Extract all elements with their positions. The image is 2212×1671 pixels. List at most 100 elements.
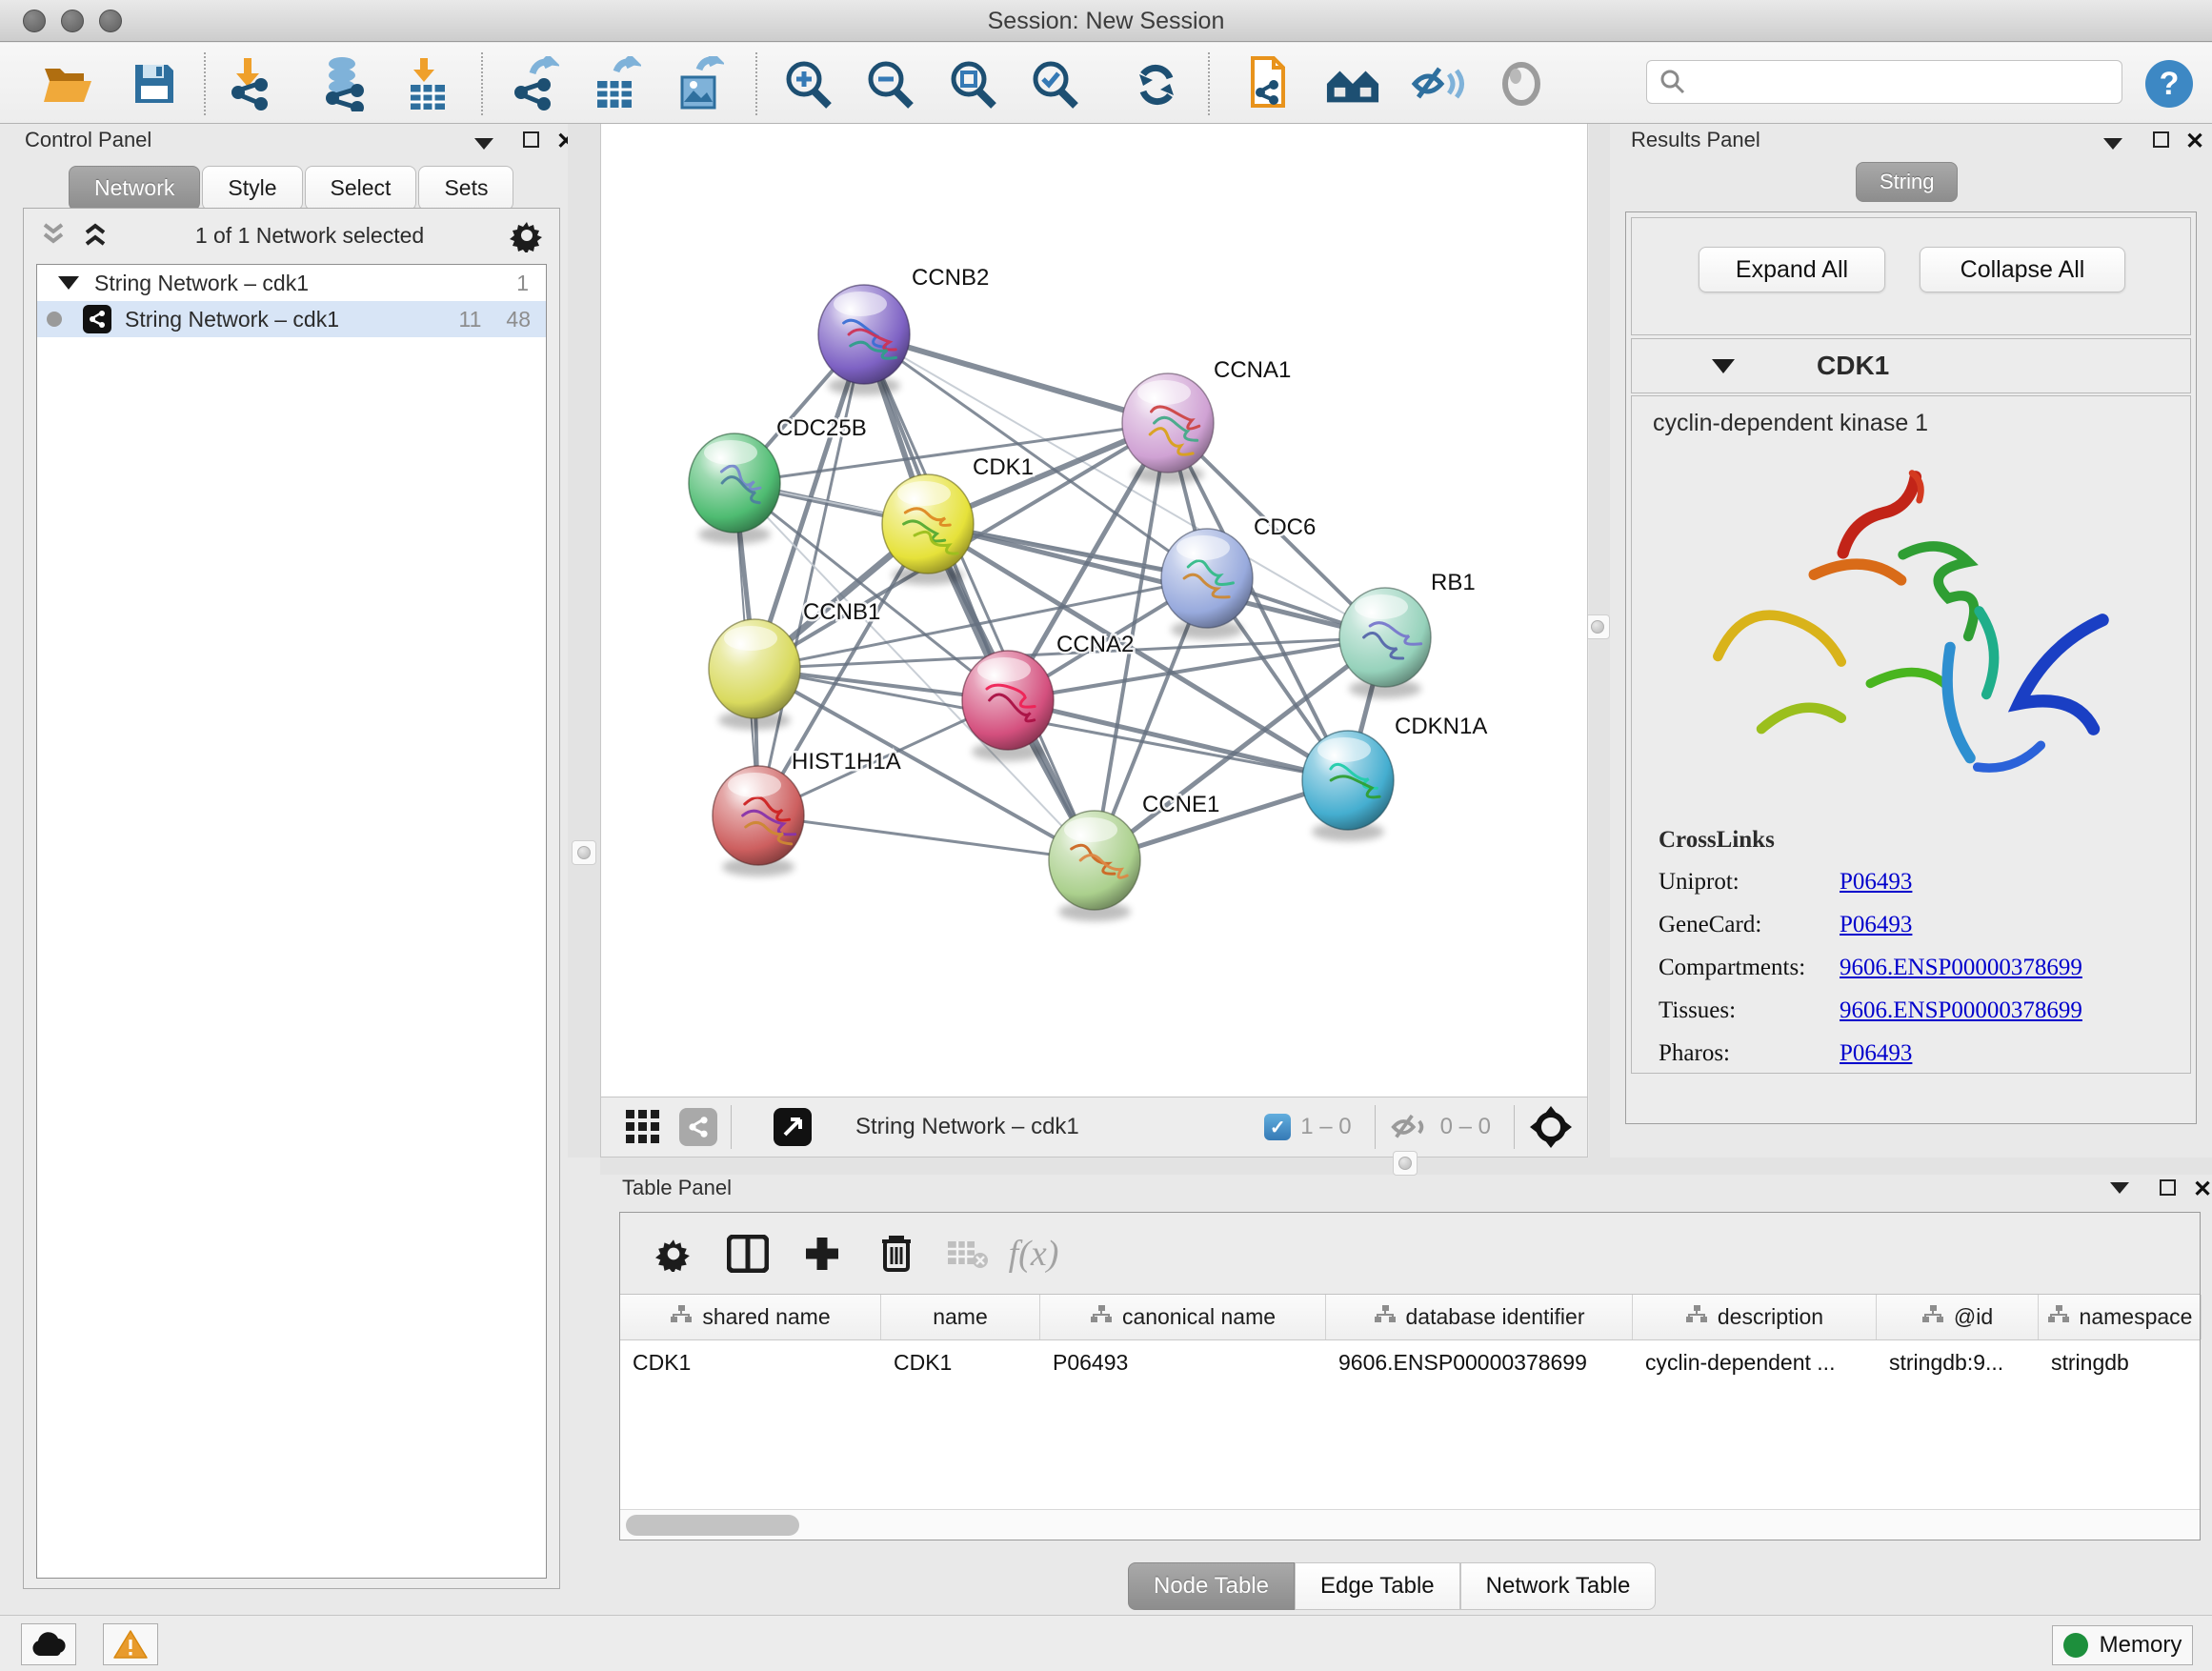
- export-image-icon[interactable]: [671, 56, 726, 111]
- control-panel-float-icon[interactable]: [523, 131, 539, 153]
- network-edge[interactable]: [864, 334, 1168, 423]
- split-columns-icon[interactable]: [717, 1225, 778, 1282]
- table-horizontal-scrollbar[interactable]: [620, 1509, 2200, 1540]
- network-canvas[interactable]: CCNB2CCNA1CDC25BCDK1CDC6RB1CCNB1CCNA2CDK…: [600, 124, 1588, 1097]
- network-collection-row[interactable]: String Network – cdk1 1: [37, 265, 546, 301]
- results-panel-close-icon[interactable]: ✕: [2185, 128, 2204, 155]
- crosslink-link[interactable]: 9606.ENSP00000378699: [1840, 997, 2082, 1024]
- export-network-icon[interactable]: [506, 56, 561, 111]
- search-input[interactable]: [1695, 70, 2122, 94]
- table-cell[interactable]: cyclin-dependent ...: [1633, 1340, 1877, 1384]
- tab-edge-table[interactable]: Edge Table: [1295, 1562, 1460, 1610]
- zoom-fit-icon[interactable]: [946, 56, 1001, 111]
- left-splitter[interactable]: [568, 124, 600, 1158]
- network-edge[interactable]: [758, 815, 1095, 860]
- column-header--id[interactable]: @id: [1877, 1295, 2039, 1339]
- warning-status-button[interactable]: [103, 1623, 158, 1665]
- column-header-shared-name[interactable]: shared name: [620, 1295, 881, 1339]
- network-node-ccna1[interactable]: CCNA1: [1122, 357, 1291, 484]
- string-network-graph[interactable]: CCNB2CCNA1CDC25BCDK1CDC6RB1CCNB1CCNA2CDK…: [601, 124, 1589, 1097]
- expand-all-button[interactable]: Expand All: [1699, 247, 1885, 292]
- network-edge[interactable]: [1008, 700, 1348, 780]
- network-node-hist1h1a[interactable]: HIST1H1A: [713, 749, 901, 876]
- tab-select[interactable]: Select: [305, 166, 417, 211]
- tab-style[interactable]: Style: [202, 166, 302, 211]
- control-panel-menu-icon[interactable]: [474, 133, 493, 155]
- expand-all-icon[interactable]: [81, 221, 110, 250]
- network-node-cdk1[interactable]: CDK1: [882, 454, 1034, 585]
- table-cell[interactable]: stringdb:9...: [1877, 1340, 2039, 1384]
- right-splitter[interactable]: [1589, 124, 1610, 1158]
- share-session-file-icon[interactable]: [1238, 56, 1294, 111]
- network-options-gear-icon[interactable]: [510, 218, 544, 252]
- node-label-ccne1: CCNE1: [1142, 792, 1219, 817]
- home-network-icon[interactable]: [1325, 56, 1380, 111]
- crosslink-link[interactable]: P06493: [1840, 869, 1912, 896]
- network-column-icon: [2047, 1304, 2070, 1331]
- network-node-ccnb2[interactable]: CCNB2: [818, 265, 989, 395]
- tree-expander-icon[interactable]: [58, 276, 79, 290]
- column-header-namespace[interactable]: namespace: [2039, 1295, 2202, 1339]
- tab-string[interactable]: String: [1856, 162, 1960, 202]
- crosslink-link[interactable]: P06493: [1840, 912, 1912, 938]
- open-file-icon[interactable]: [40, 56, 95, 111]
- table-settings-gear-icon[interactable]: [643, 1225, 704, 1282]
- toolbar-separator: [481, 52, 483, 115]
- collapse-all-button[interactable]: Collapse All: [1920, 247, 2125, 292]
- table-cell[interactable]: CDK1: [881, 1340, 1040, 1384]
- horizontal-splitter-handle[interactable]: [1393, 1151, 1418, 1176]
- table-panel-float-icon[interactable]: [2160, 1179, 2176, 1200]
- zoom-selected-icon[interactable]: [1028, 56, 1083, 111]
- zoom-out-icon[interactable]: [863, 56, 918, 111]
- import-table-icon[interactable]: [400, 56, 455, 111]
- import-network-database-icon[interactable]: [316, 56, 372, 111]
- birds-eye-view-icon[interactable]: [774, 1108, 812, 1146]
- column-header-database-identifier[interactable]: database identifier: [1326, 1295, 1633, 1339]
- results-panel-menu-icon[interactable]: [2103, 133, 2122, 155]
- column-header-description[interactable]: description: [1633, 1295, 1877, 1339]
- left-splitter-handle[interactable]: [572, 840, 596, 865]
- gene-section-header[interactable]: CDK1: [1631, 338, 2191, 393]
- network-edge[interactable]: [864, 334, 1095, 860]
- scrollbar-thumb[interactable]: [626, 1515, 799, 1536]
- tab-network-table[interactable]: Network Table: [1460, 1562, 1657, 1610]
- network-row[interactable]: String Network – cdk1 11 48: [37, 301, 546, 337]
- network-node-cdc25b[interactable]: CDC25B: [689, 415, 867, 544]
- cloud-status-button[interactable]: [21, 1623, 76, 1665]
- inactive-eye-icon[interactable]: [1494, 56, 1549, 111]
- import-network-file-icon[interactable]: [223, 56, 278, 111]
- delete-row-trash-icon[interactable]: [866, 1225, 927, 1282]
- crosslink-link[interactable]: 9606.ENSP00000378699: [1840, 955, 2082, 981]
- hide-panel-eye-icon[interactable]: [1411, 56, 1466, 111]
- tab-sets[interactable]: Sets: [418, 166, 513, 211]
- network-node-cdkn1a[interactable]: CDKN1A: [1302, 714, 1487, 841]
- selected-checkbox-icon[interactable]: ✓: [1264, 1114, 1291, 1140]
- table-cell[interactable]: P06493: [1040, 1340, 1326, 1384]
- zoom-in-icon[interactable]: [781, 56, 836, 111]
- add-column-icon[interactable]: [792, 1225, 853, 1282]
- help-icon[interactable]: ?: [2142, 56, 2197, 111]
- tab-network[interactable]: Network: [69, 166, 200, 211]
- fit-content-crosshair-icon[interactable]: [1528, 1104, 1574, 1150]
- table-cell[interactable]: CDK1: [620, 1340, 881, 1384]
- crosslink-link[interactable]: P06493: [1840, 1040, 1912, 1067]
- column-header-name[interactable]: name: [881, 1295, 1040, 1339]
- memory-button[interactable]: Memory: [2052, 1625, 2193, 1665]
- refresh-icon[interactable]: [1129, 56, 1184, 111]
- network-node-rb1[interactable]: RB1: [1339, 570, 1476, 698]
- collapse-all-icon[interactable]: [39, 221, 68, 250]
- table-cell[interactable]: 9606.ENSP00000378699: [1326, 1340, 1633, 1384]
- node-label-rb1: RB1: [1431, 570, 1476, 595]
- tab-node-table[interactable]: Node Table: [1128, 1562, 1295, 1610]
- table-panel-close-icon[interactable]: ✕: [2193, 1176, 2212, 1203]
- section-expander-icon[interactable]: [1712, 359, 1735, 373]
- column-header-canonical-name[interactable]: canonical name: [1040, 1295, 1326, 1339]
- grid-view-icon[interactable]: [624, 1108, 662, 1146]
- results-panel-float-icon[interactable]: [2153, 131, 2169, 153]
- export-table-icon[interactable]: [588, 56, 643, 111]
- table-cell[interactable]: stringdb: [2039, 1340, 2202, 1384]
- save-session-icon[interactable]: [127, 56, 182, 111]
- table-row[interactable]: CDK1CDK1P064939606.ENSP00000378699cyclin…: [620, 1340, 2200, 1384]
- string-view-icon[interactable]: [679, 1108, 717, 1146]
- table-panel-menu-icon[interactable]: [2110, 1181, 2129, 1198]
